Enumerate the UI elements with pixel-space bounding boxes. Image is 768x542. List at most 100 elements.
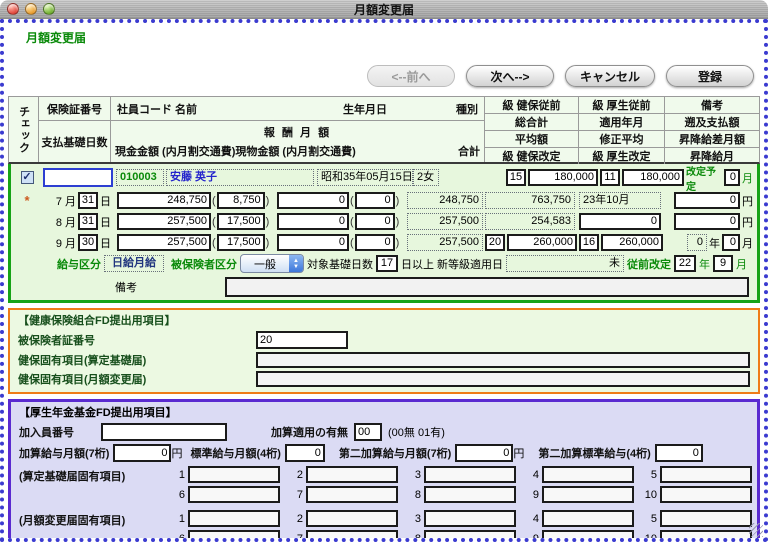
register-button[interactable]: 登録 [666,65,754,87]
fd-item-input[interactable] [306,510,398,527]
yen-unit: 円 [742,193,753,209]
goods-commute-input[interactable]: 0 [355,234,395,251]
remarks-label: 備考 [115,279,137,295]
kaitei-yotei-value[interactable]: 0 [724,169,740,186]
fd-item-input[interactable] [424,466,516,483]
retro-pay-input[interactable]: 0 [674,192,740,209]
paren: ) [395,237,401,249]
cash-commute-input[interactable]: 17,500 [217,234,265,251]
header-biko: 備考 [665,97,759,113]
addition-pay-input[interactable] [113,444,171,462]
person-row: ✓ 010003 安藤 英子 昭和35年05月15日 2女 15 180,000… [13,165,755,190]
addition-apply-input[interactable] [354,423,382,441]
item-number-label: 8 [407,489,421,501]
fd-item-input[interactable] [542,510,634,527]
kosei-prev-amount[interactable]: 180,000 [622,169,684,186]
prev-revision-year-input[interactable]: 22 [674,255,696,272]
second-standard-pay-input[interactable] [655,444,703,462]
kenpo-prev-amount[interactable]: 180,000 [528,169,598,186]
fd-item-input[interactable] [542,466,634,483]
item-number-label: 5 [643,469,657,481]
second-addition-pay-input[interactable] [455,444,513,462]
cash-amount-input[interactable]: 257,500 [117,213,211,230]
item-number-label: 10 [643,533,657,542]
goods-amount-input[interactable]: 0 [277,192,349,209]
goods-commute-input[interactable]: 0 [355,192,395,209]
kenpo-item-getsugaku-input[interactable] [256,371,750,387]
fd-item-input[interactable] [306,530,398,542]
raise-month-input[interactable]: 0 [722,234,740,251]
paren: ) [395,195,401,207]
cash-amount-input[interactable]: 248,750 [117,192,211,209]
santei-items-label: (算定基礎届固有項目) [19,466,171,506]
insured-cert-no-input[interactable] [256,331,348,349]
month-row-august: 8 月 31 日 257,500 (17,500) 0 (0) 257,500 … [13,211,755,232]
grand-total: 763,750 [485,192,575,209]
fd-item-input[interactable] [660,510,752,527]
raise-diff-input[interactable]: 0 [674,213,740,230]
fd-item-input[interactable] [424,510,516,527]
target-base-days-input[interactable]: 17 [376,255,398,272]
header-birth: 生年月日 [343,101,387,117]
item-number-label: 4 [525,469,539,481]
fd-item-input[interactable] [660,530,752,542]
standard-pay-input[interactable] [285,444,325,462]
item-number-label: 4 [525,513,539,525]
kenpo-new-grade[interactable]: 20 [485,234,505,251]
header-check: チェック [9,97,39,162]
addition-apply-label: 加算適用の有無 [271,424,348,440]
kenpo-item-santei-input[interactable] [256,352,750,368]
item-number-label: 2 [289,469,303,481]
fd-item-input[interactable] [188,486,280,503]
goods-commute-input[interactable]: 0 [355,213,395,230]
fd-item-input[interactable] [424,530,516,542]
fd-item-input[interactable] [306,466,398,483]
month-total: 257,500 [407,213,483,230]
fd-item-input[interactable] [542,486,634,503]
fd-item-input[interactable] [424,486,516,503]
remarks-input[interactable] [225,277,749,297]
kosei-new-grade[interactable]: 16 [579,234,599,251]
fd-item-input[interactable] [188,530,280,542]
kosei-new-amount[interactable]: 260,000 [601,234,663,251]
apply-yearmonth: 23年10月 [579,192,661,209]
cash-commute-input[interactable]: 17,500 [217,213,265,230]
gender-type: 2女 [413,169,439,186]
cancel-button[interactable]: キャンセル [565,65,655,87]
base-days-input[interactable]: 30 [78,234,98,251]
next-button[interactable]: 次へ--> [466,65,554,87]
kenpo-fd-section: 【健康保険組合FD提出用項目】 被保険者証番号 健保固有項目(算定基礎届) 健保… [8,308,760,394]
row-checkbox[interactable]: ✓ [21,171,34,184]
member-no-input[interactable] [101,423,227,441]
kenpo-new-amount[interactable]: 260,000 [507,234,577,251]
fd-item-input[interactable] [660,486,752,503]
base-days-input[interactable]: 31 [78,213,98,230]
header-heikin: 平均額 [485,131,579,147]
prev-button[interactable]: <--前へ [367,65,455,87]
adjusted-average-input[interactable]: 0 [579,213,661,230]
month-label: 7 月 [56,193,76,209]
fd-item-input[interactable] [306,486,398,503]
prev-revision-month-input[interactable]: 9 [713,255,733,272]
kosei-prev-grade[interactable]: 11 [600,169,620,186]
item-number-label: 6 [171,533,185,542]
kenpo-prev-grade[interactable]: 15 [506,169,526,186]
goods-amount-input[interactable]: 0 [277,213,349,230]
kenpo-item-getsugaku-label: 健保固有項目(月額変更届) [18,371,256,387]
resize-handle[interactable] [749,523,763,537]
fd-item-input[interactable] [188,510,280,527]
fd-item-input[interactable] [660,466,752,483]
paren: ) [265,216,271,228]
goods-amount-input[interactable]: 0 [277,234,349,251]
item-number-label: 6 [171,489,185,501]
cash-commute-input[interactable]: 8,750 [217,192,265,209]
header-sokyu-shiharai: 遡及支払額 [665,114,759,130]
insured-class-dropdown[interactable]: 一般 ▲▼ [240,254,304,273]
toolbar: <--前へ 次へ--> キャンセル 登録 [367,65,754,87]
cash-amount-input[interactable]: 257,500 [117,234,211,251]
hoken-no-input[interactable] [43,168,113,187]
fd-item-input[interactable] [188,466,280,483]
base-days-input[interactable]: 31 [78,192,98,209]
fd-item-input[interactable] [542,530,634,542]
item-number-label: 7 [289,489,303,501]
